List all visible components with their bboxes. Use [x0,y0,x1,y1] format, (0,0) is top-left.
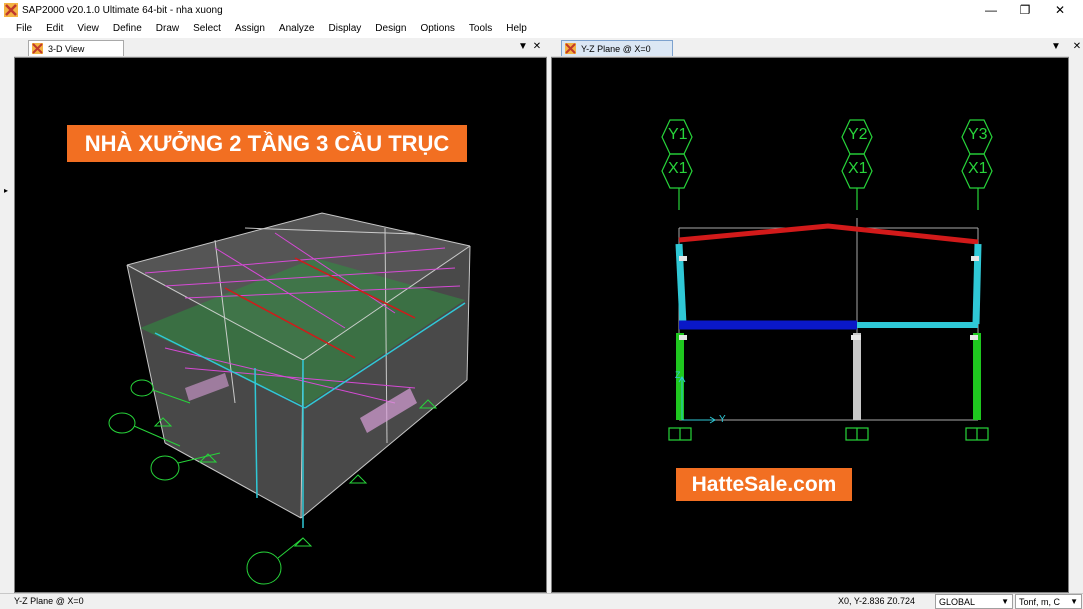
right-pane-close-icon[interactable]: ✕ [1070,40,1083,54]
menu-help[interactable]: Help [499,20,534,38]
chevron-down-icon: ▼ [1001,597,1009,606]
menu-edit[interactable]: Edit [39,20,70,38]
menu-draw[interactable]: Draw [149,20,186,38]
grid-label-y3: Y3 [968,126,988,143]
close-button[interactable]: ✕ [1043,0,1077,20]
status-coordinates: X0, Y-2.836 Z0.724 [838,596,916,606]
axis-label-z: Z [675,370,681,380]
window-title: SAP2000 v20.1.0 Ultimate 64-bit - nha xu… [22,4,223,16]
title-bar: SAP2000 v20.1.0 Ultimate 64-bit - nha xu… [0,0,1083,20]
yz-frame-drawing [661,119,993,441]
left-pane-tabbar: 3-D View ▼ ✕ [14,38,547,57]
tab-yz-plane-label: Y-Z Plane @ X=0 [581,43,651,54]
menu-select[interactable]: Select [186,20,228,38]
tab-3d-view-label: 3-D View [48,43,85,54]
right-pane-tabbar: Y-Z Plane @ X=0 ▼ [551,38,1069,57]
menu-file[interactable]: File [9,20,39,38]
grid-label-x1-mid: X1 [848,160,868,177]
menu-define[interactable]: Define [106,20,149,38]
menu-display[interactable]: Display [322,20,369,38]
watermark-banner: HatteSale.com [676,468,852,501]
grid-label-y1: Y1 [668,126,688,143]
restore-button[interactable]: ❐ [1008,0,1042,20]
tab-yz-plane[interactable]: Y-Z Plane @ X=0 [561,40,673,56]
minimize-button[interactable]: — [974,0,1008,20]
sap2000-app-icon [4,3,18,17]
sap-window-icon [32,43,43,54]
status-view-name: Y-Z Plane @ X=0 [14,596,84,606]
menu-analyze[interactable]: Analyze [272,20,322,38]
viewport-yz-plane[interactable]: Y1 Y2 Y3 X1 X1 X1 Z Y HatteSale.com [551,57,1069,593]
grid-label-y2: Y2 [848,126,868,143]
work-area: ▸ 3-D View ▼ ✕ NHÀ XƯỞNG 2 TẦNG 3 CẦU TR… [0,38,1083,593]
menu-view[interactable]: View [70,20,106,38]
tab-3d-view[interactable]: 3-D View [28,40,124,56]
left-pane-dropdown-icon[interactable]: ▼ [516,40,530,54]
coord-system-select[interactable]: GLOBAL ▼ [935,594,1013,609]
menu-bar: File Edit View Define Draw Select Assign… [0,20,1083,38]
title-banner: NHÀ XƯỞNG 2 TẦNG 3 CẦU TRỤC [67,125,467,162]
units-value: Tonf, m, C [1019,596,1061,607]
grid-label-x1-left: X1 [668,160,688,177]
menu-assign[interactable]: Assign [228,20,272,38]
sap-window-icon [565,43,576,54]
status-bar: Y-Z Plane @ X=0 X0, Y-2.836 Z0.724 GLOBA… [0,593,1083,609]
chevron-down-icon: ▼ [1070,597,1078,606]
gutter-arrow-icon[interactable]: ▸ [4,186,8,195]
menu-options[interactable]: Options [413,20,461,38]
grid-label-x1-right: X1 [968,160,988,177]
menu-design[interactable]: Design [368,20,413,38]
units-select[interactable]: Tonf, m, C ▼ [1015,594,1082,609]
viewport-3d[interactable]: NHÀ XƯỞNG 2 TẦNG 3 CẦU TRỤC [14,57,547,593]
menu-tools[interactable]: Tools [462,20,499,38]
coord-system-value: GLOBAL [939,596,976,607]
axis-label-y: Y [719,414,726,425]
left-toolbar-gutter: ▸ [0,38,13,593]
left-pane-close-icon[interactable]: ✕ [530,40,544,54]
right-pane-dropdown-icon[interactable]: ▼ [1049,40,1063,54]
right-edge-scrollbar[interactable] [1069,57,1083,593]
